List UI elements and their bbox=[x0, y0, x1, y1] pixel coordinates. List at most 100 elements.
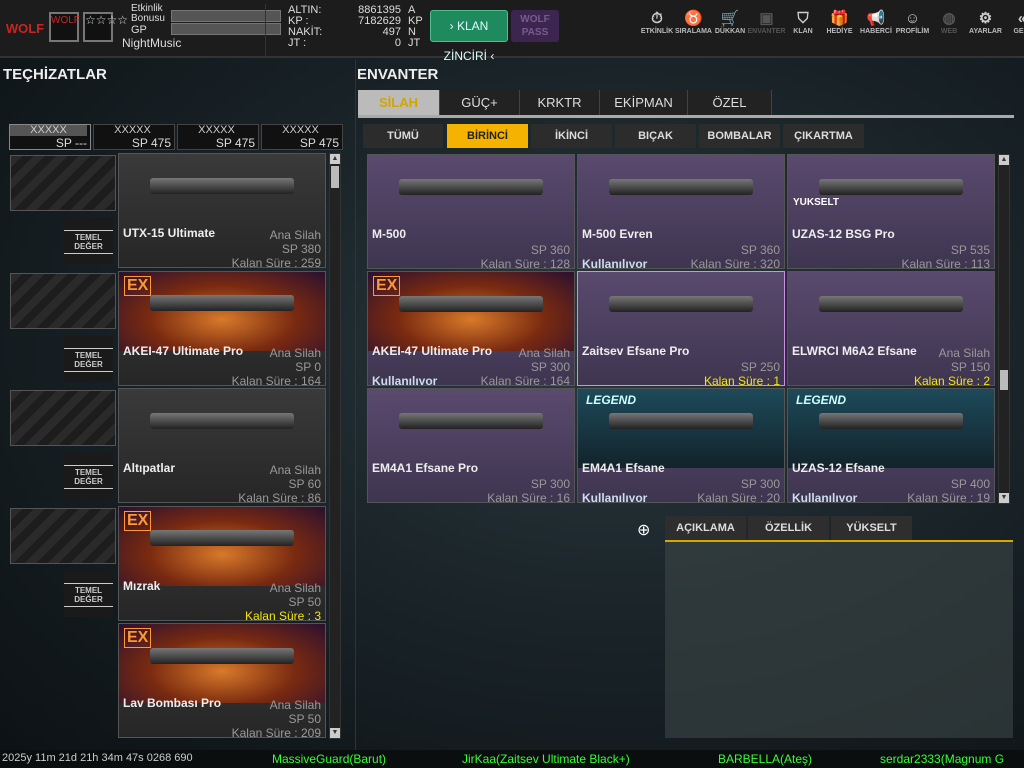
equipment-item[interactable]: Altıpatlar Ana Silah SP 60 Kalan Süre : 86 bbox=[118, 388, 326, 503]
equipment-item[interactable]: EX Mızrak Ana Silah SP 50 Kalan Süre : 3 bbox=[118, 505, 326, 621]
empty-slot[interactable] bbox=[10, 155, 116, 211]
item-name: ELWRCI M6A2 Efsane bbox=[792, 344, 917, 358]
detail-tab-2[interactable]: YÜKSELT bbox=[831, 516, 912, 540]
inventory-item[interactable]: EM4A1 Efsane Pro SP 300 Kalan Süre : 16 bbox=[367, 388, 575, 503]
tab-3[interactable]: EKİPMAN bbox=[600, 90, 688, 115]
equipment-scrollbar[interactable]: ▲ ▼ bbox=[329, 153, 341, 739]
nav-label: AYARLAR bbox=[969, 28, 1002, 35]
equipment-item[interactable]: UTX-15 Ultimate Ana Silah SP 380 Kalan Süre… bbox=[118, 153, 326, 268]
loadout-sp: SP 475 bbox=[215, 136, 255, 150]
item-remaining-time: Kalan Süre : 2 bbox=[913, 374, 990, 386]
base-value-button[interactable]: TEMEL DEĞER bbox=[64, 335, 113, 382]
item-type: Ana Silah bbox=[938, 346, 990, 360]
inventory-scrollbar[interactable]: ▲ ▼ bbox=[998, 154, 1010, 504]
weapon-image bbox=[398, 412, 544, 429]
item-name: AKEI-47 Ultimate Pro bbox=[123, 343, 244, 358]
subtab-3[interactable]: BIÇAK bbox=[615, 124, 696, 148]
wolf-pass-button[interactable]: WOLF PASS bbox=[511, 10, 559, 42]
tab-2[interactable]: KRKTR bbox=[520, 90, 600, 115]
equipment-item[interactable]: EX AKEI-47 Ultimate Pro Ana Silah SP 0 Kalan… bbox=[118, 270, 326, 386]
in-use-label: Kullanılıyor bbox=[582, 257, 648, 269]
subtab-0[interactable]: TÜMÜ bbox=[363, 124, 443, 148]
item-remaining-time: Kalan Süre : 320 bbox=[690, 257, 780, 269]
inventory-item[interactable]: LEGEND UZAS-12 Efsane SP 400 Kalan Süre : 1… bbox=[787, 388, 995, 503]
detail-tab-0[interactable]: AÇIKLAMA bbox=[665, 516, 746, 540]
inventory-item[interactable]: LEGEND EM4A1 Efsane SP 300 Kalan Süre : 20 K… bbox=[577, 388, 785, 503]
item-image bbox=[788, 272, 994, 351]
nav-geri̇[interactable]: «GERİ bbox=[1001, 10, 1024, 35]
weapon-image bbox=[818, 295, 964, 312]
username: NightMusic bbox=[122, 36, 182, 50]
item-name: EM4A1 Efsane bbox=[582, 461, 665, 475]
nav-label: HABERCİ bbox=[860, 28, 892, 35]
item-name: M-500 Evren bbox=[582, 227, 653, 241]
ticker-entry: MassiveGuard(Barut) bbox=[272, 752, 387, 766]
zoom-in-icon[interactable]: ⊕ bbox=[637, 520, 650, 540]
tab-1[interactable]: GÜÇ+ bbox=[440, 90, 520, 115]
tab-0[interactable]: SİLAH bbox=[358, 90, 440, 115]
inventory-item[interactable]: Zaitsev Efsane Pro SP 250 Kalan Süre : 1 bbox=[577, 271, 785, 386]
nav-label: ETKİNLİK bbox=[640, 28, 674, 35]
subtab-2[interactable]: İKİNCİ bbox=[531, 124, 612, 148]
item-type: Ana Silah bbox=[518, 346, 570, 360]
inventory-item[interactable]: M-500 SP 360 Kalan Süre : 128 bbox=[367, 154, 575, 269]
tab-underline bbox=[358, 115, 1014, 118]
loadout-sp: SP --- bbox=[55, 136, 87, 150]
tab-4[interactable]: ÖZEL bbox=[688, 90, 772, 115]
item-sp: SP 50 bbox=[288, 594, 321, 609]
base-value-label: TEMEL DEĞER bbox=[64, 230, 113, 254]
subtab-1[interactable]: BİRİNCİ bbox=[447, 124, 528, 148]
item-image bbox=[368, 155, 574, 234]
ticker-entry: serdar2333(Magnum G bbox=[880, 752, 1005, 766]
loadout-tab[interactable]: XXXXX SP 475 bbox=[261, 124, 343, 150]
weapon-image bbox=[149, 177, 295, 194]
loadout-tab[interactable]: XXXXX SP --- bbox=[9, 124, 91, 150]
inventory-item[interactable]: YUKSELT UZAS-12 BSG Pro SP 535 Kalan Süre :… bbox=[787, 154, 995, 269]
ex-badge: EX bbox=[373, 276, 401, 296]
inventory-title: ENVANTER bbox=[357, 66, 439, 83]
inventory-item[interactable]: M-500 Evren SP 360 Kalan Süre : 320 Kullanı… bbox=[577, 154, 785, 269]
item-sp: SP 380 bbox=[281, 242, 321, 256]
weapon-image bbox=[608, 412, 754, 429]
scroll-thumb[interactable] bbox=[1000, 370, 1008, 390]
item-remaining-time: Kalan Süre : 259 bbox=[231, 256, 321, 268]
item-name: Lav Bombası Pro bbox=[123, 696, 222, 710]
item-image bbox=[788, 155, 994, 234]
empty-slot[interactable] bbox=[10, 507, 116, 564]
item-name: AKEI-47 Ultimate Pro bbox=[372, 344, 493, 358]
currency-panel: ALTIN: 8861395 A KP :7182629 KP NAKİT: 497 N JT … bbox=[265, 4, 425, 56]
item-name: UTX-15 Ultimate bbox=[123, 226, 216, 240]
scroll-up-icon[interactable]: ▲ bbox=[330, 154, 340, 164]
empty-slot[interactable] bbox=[10, 272, 116, 329]
scroll-up-icon[interactable]: ▲ bbox=[999, 155, 1009, 165]
ex-badge: EX bbox=[124, 275, 152, 296]
subtab-4[interactable]: BOMBALAR bbox=[699, 124, 780, 148]
loadout-name: XXXXX bbox=[198, 124, 235, 136]
item-type: Ana Silah bbox=[269, 345, 321, 360]
ticker-entry: 2025y 11m 21d 21h 34m 47s 0268 690 bbox=[2, 752, 193, 764]
item-remaining-time: Kalan Süre : 3 bbox=[244, 608, 321, 621]
equipment-item[interactable]: EX Lav Bombası Pro Ana Silah SP 50 Kalan Sür… bbox=[118, 623, 326, 738]
subtab-5[interactable]: ÇIKARTMA bbox=[783, 124, 864, 148]
loadout-tab[interactable]: XXXXX SP 475 bbox=[177, 124, 259, 150]
item-remaining-time: Kalan Süre : 164 bbox=[480, 374, 570, 386]
loadout-name: XXXXX bbox=[114, 124, 151, 136]
base-value-button[interactable]: TEMEL DEĞER bbox=[64, 218, 113, 264]
loadout-tab[interactable]: XXXXX SP 475 bbox=[93, 124, 175, 150]
upgrade-badge: YUKSELT bbox=[793, 197, 839, 208]
weapon-image bbox=[608, 295, 754, 312]
inventory-item[interactable]: ELWRCI M6A2 Efsane Ana Silah SP 150 Kalan S… bbox=[787, 271, 995, 386]
item-sp: SP 360 bbox=[530, 243, 570, 257]
detail-tab-1[interactable]: ÖZELLİK bbox=[748, 516, 829, 540]
item-name: Zaitsev Efsane Pro bbox=[582, 344, 690, 358]
scroll-down-icon[interactable]: ▼ bbox=[330, 728, 340, 738]
scroll-down-icon[interactable]: ▼ bbox=[999, 493, 1009, 503]
item-remaining-time: Kalan Süre : 209 bbox=[231, 726, 321, 738]
inventory-item[interactable]: EX AKEI-47 Ultimate Pro Ana Silah SP 300 Kal… bbox=[367, 271, 575, 386]
base-value-button[interactable]: TEMEL DEĞER bbox=[64, 453, 113, 499]
scroll-thumb[interactable] bbox=[331, 166, 339, 188]
item-remaining-time: Kalan Süre : 16 bbox=[487, 491, 570, 503]
base-value-button[interactable]: TEMEL DEĞER bbox=[64, 570, 113, 617]
klan-chain-button[interactable]: › KLAN ZİNCİRİ ‹ bbox=[430, 10, 508, 63]
empty-slot[interactable] bbox=[10, 390, 116, 446]
